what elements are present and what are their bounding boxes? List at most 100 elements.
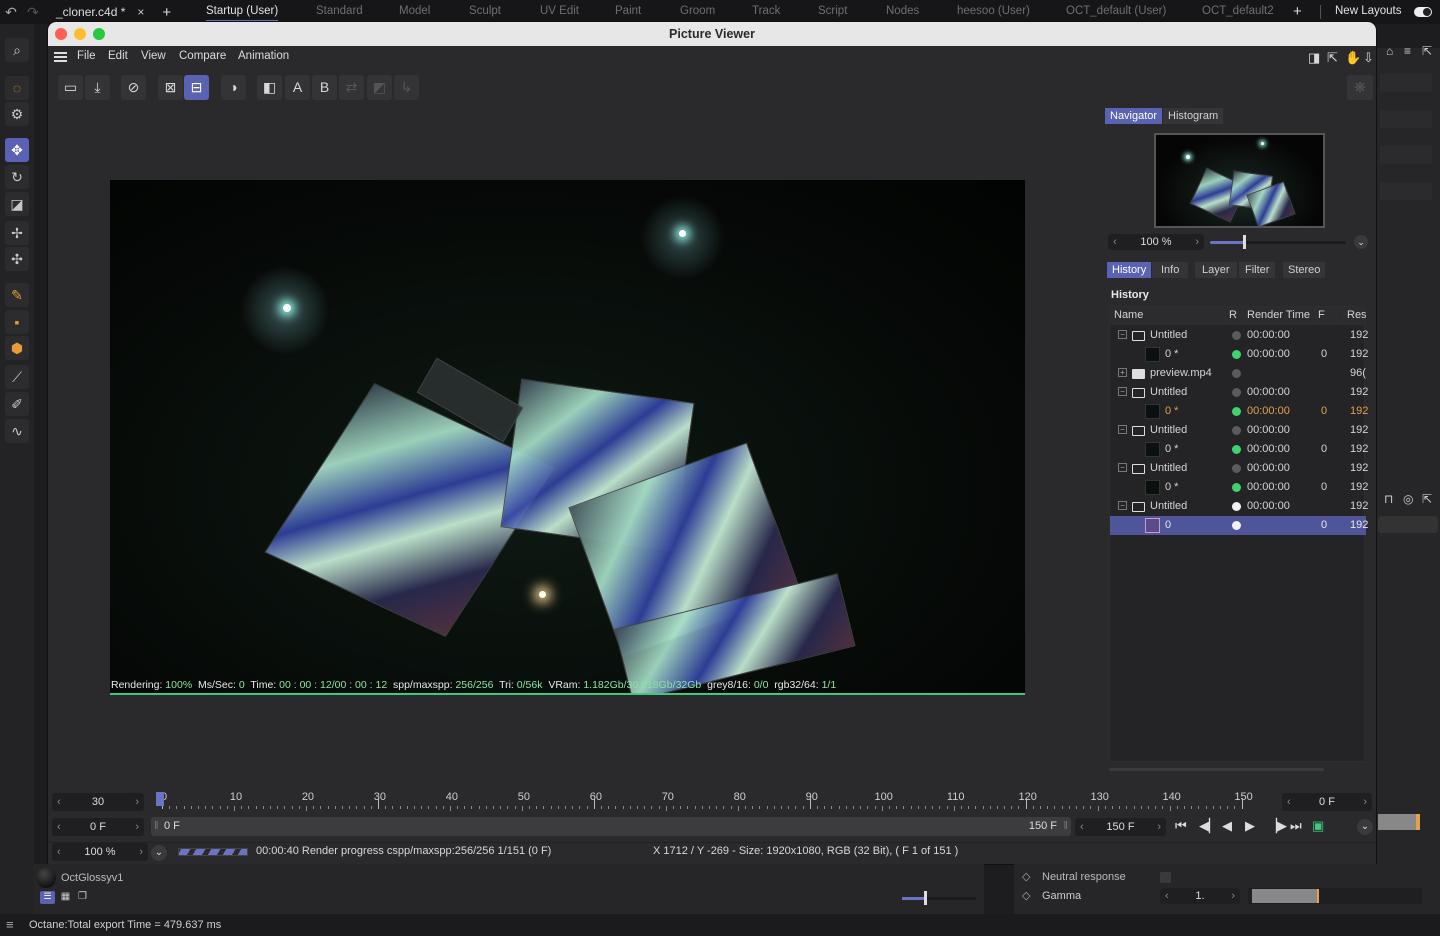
play-forward-icon[interactable]: ▶ bbox=[1245, 818, 1255, 834]
layout-tab-model[interactable]: Model bbox=[399, 5, 430, 17]
overlay-button[interactable]: ◩ bbox=[367, 75, 392, 100]
range-end-handle[interactable]: ‖ bbox=[1063, 820, 1068, 832]
save-image-button[interactable]: ⤓ bbox=[85, 75, 110, 100]
range-start-handle[interactable]: ‖ bbox=[154, 820, 159, 832]
chevron-down-icon[interactable]: ⌄ bbox=[151, 845, 167, 861]
render-active-button[interactable]: ⊟ bbox=[184, 75, 209, 100]
keyframe-icon[interactable]: ◇ bbox=[1022, 870, 1030, 883]
tab-layer[interactable]: Layer bbox=[1195, 262, 1237, 278]
add-layout-button[interactable]: + bbox=[1293, 3, 1302, 20]
chevron-down-icon[interactable]: ⌄ bbox=[1354, 235, 1368, 249]
undo-icon[interactable]: ↶ bbox=[0, 4, 22, 21]
play-backward-icon[interactable]: ◀ bbox=[1222, 818, 1232, 834]
selection-tools-icon[interactable]: ⚙ bbox=[5, 102, 29, 126]
collapse-icon[interactable]: − bbox=[1118, 501, 1127, 510]
viewer-zoom-field[interactable]: ‹ 100 % › bbox=[52, 843, 148, 861]
extra-tool-button[interactable]: ❋ bbox=[1347, 75, 1373, 100]
tab-info[interactable]: Info bbox=[1152, 262, 1189, 278]
increment-icon[interactable]: › bbox=[1231, 888, 1235, 904]
tab-histogram[interactable]: Histogram bbox=[1163, 108, 1224, 124]
render-settings-icon[interactable]: ▣ bbox=[1312, 818, 1324, 834]
navigator-thumbnail[interactable] bbox=[1154, 133, 1325, 228]
preview-size-slider[interactable] bbox=[902, 891, 976, 905]
document-tab[interactable]: _cloner.c4d * bbox=[56, 5, 125, 19]
history-horizontal-scrollbar[interactable] bbox=[1109, 768, 1324, 771]
search-icon[interactable]: ⌕ bbox=[5, 38, 29, 62]
menu-view[interactable]: View bbox=[141, 50, 166, 62]
home-icon[interactable]: ⌂ bbox=[1386, 44, 1393, 58]
tab-filter[interactable]: Filter bbox=[1239, 262, 1276, 278]
collapse-icon[interactable]: − bbox=[1118, 330, 1127, 339]
history-row[interactable]: 0 * 00:00:00 0 192 bbox=[1110, 345, 1368, 364]
scale-tool-icon[interactable]: ◪ bbox=[5, 192, 29, 216]
step-back-icon[interactable]: ◀▏ bbox=[1199, 818, 1219, 834]
render-image[interactable] bbox=[110, 180, 1025, 694]
end-frame-field[interactable]: ‹ 150 F › bbox=[1075, 818, 1166, 836]
layout-tab-standard[interactable]: Standard bbox=[316, 5, 363, 17]
neutral-response-checkbox[interactable] bbox=[1160, 872, 1171, 883]
stop-render-button[interactable]: ⊘ bbox=[121, 75, 146, 100]
timeline-ruler[interactable]: 0 10 20 30 40 50 60 70 80 90 100 110 120 130 140 150 bbox=[156, 790, 1256, 812]
tile-view-icon[interactable]: ❐ bbox=[75, 891, 90, 904]
decrement-icon[interactable]: ‹ bbox=[1080, 818, 1084, 836]
collapse-icon[interactable]: − bbox=[1118, 463, 1127, 472]
col-render-time[interactable]: Render Time bbox=[1247, 309, 1310, 321]
layout-tab-script[interactable]: Script bbox=[818, 5, 847, 17]
transform-tool-icon[interactable]: ✢ bbox=[5, 221, 29, 245]
decrement-icon[interactable]: ‹ bbox=[57, 793, 61, 811]
spline-point-icon[interactable]: ▪ bbox=[5, 310, 29, 334]
layout-tab-nodes[interactable]: Nodes bbox=[886, 5, 919, 17]
compare-a-button[interactable]: A bbox=[285, 75, 310, 100]
history-row[interactable]: − Untitled 00:00:00 192 bbox=[1110, 326, 1368, 345]
navigator-zoom-field[interactable]: ‹ 100 % › bbox=[1108, 234, 1204, 250]
layout-tab-track[interactable]: Track bbox=[752, 5, 780, 17]
fps-field[interactable]: ‹ 30 › bbox=[52, 793, 144, 811]
menu-animation[interactable]: Animation bbox=[238, 50, 289, 62]
col-name[interactable]: Name bbox=[1114, 309, 1143, 321]
move-tool-icon[interactable]: ✥ bbox=[5, 138, 29, 162]
external-icon[interactable]: ⇱ bbox=[1422, 44, 1432, 58]
layout-tab-uv-edit[interactable]: UV Edit bbox=[540, 5, 579, 17]
detach-icon[interactable]: ⇱ bbox=[1327, 50, 1338, 66]
decrement-icon[interactable]: ‹ bbox=[57, 818, 61, 836]
increment-icon[interactable]: › bbox=[139, 843, 143, 861]
chevron-down-icon[interactable]: ⌄ bbox=[1357, 819, 1373, 835]
frame-range-bar[interactable]: ‖ 0 F 150 F ‖ bbox=[151, 817, 1071, 836]
compare-ab-button[interactable]: ◧ bbox=[257, 75, 282, 100]
swap-ab-button[interactable]: ⇄ bbox=[339, 75, 364, 100]
lock-icon[interactable]: ⊓ bbox=[1384, 492, 1393, 506]
history-row[interactable]: 0 0 192 bbox=[1110, 516, 1368, 535]
spline-pen-icon[interactable]: ✎ bbox=[5, 283, 29, 307]
go-to-start-icon[interactable]: ⏮ bbox=[1175, 818, 1187, 834]
menu-compare[interactable]: Compare bbox=[179, 50, 226, 62]
tab-navigator[interactable]: Navigator bbox=[1105, 108, 1163, 124]
col-r[interactable]: R bbox=[1229, 309, 1237, 321]
slider-handle[interactable] bbox=[1317, 889, 1319, 903]
tab-history[interactable]: History bbox=[1107, 262, 1152, 278]
col-f[interactable]: F bbox=[1318, 309, 1325, 321]
col-res[interactable]: Res bbox=[1347, 309, 1367, 321]
layout-panel-icon[interactable]: ◨ bbox=[1308, 50, 1320, 66]
layout-tab-startup[interactable]: Startup (User) bbox=[206, 5, 279, 22]
gamma-slider-bg[interactable] bbox=[1378, 814, 1420, 830]
material-preview[interactable] bbox=[36, 868, 56, 888]
history-row[interactable]: − Untitled 00:00:00 192 bbox=[1110, 459, 1368, 478]
increment-icon[interactable]: › bbox=[1363, 793, 1367, 811]
navigator-zoom-slider[interactable] bbox=[1210, 235, 1346, 249]
history-row[interactable]: 0 * 00:00:00 0 192 bbox=[1110, 440, 1368, 459]
spline-polygon-icon[interactable]: ⬢ bbox=[5, 336, 29, 360]
increment-icon[interactable]: › bbox=[135, 818, 139, 836]
history-row[interactable]: + preview.mp4 96( bbox=[1110, 364, 1366, 383]
grid-view-icon[interactable]: ▦ bbox=[58, 891, 73, 904]
close-document-icon[interactable]: × bbox=[137, 5, 144, 19]
spline-sketch-icon[interactable]: ∿ bbox=[5, 419, 29, 443]
open-file-button[interactable]: ▭ bbox=[58, 75, 83, 100]
layout-tab-paint[interactable]: Paint bbox=[615, 5, 641, 17]
go-to-end-icon[interactable]: ⏭ bbox=[1290, 818, 1302, 834]
menu-icon[interactable]: ≡ bbox=[6, 917, 14, 932]
soft-transform-icon[interactable]: ✣ bbox=[5, 247, 29, 271]
eye-icon[interactable]: ◎ bbox=[1403, 492, 1413, 506]
decrement-icon[interactable]: ‹ bbox=[1113, 234, 1117, 250]
expand-icon[interactable]: + bbox=[1118, 368, 1127, 377]
compare-b-button[interactable]: B bbox=[312, 75, 337, 100]
